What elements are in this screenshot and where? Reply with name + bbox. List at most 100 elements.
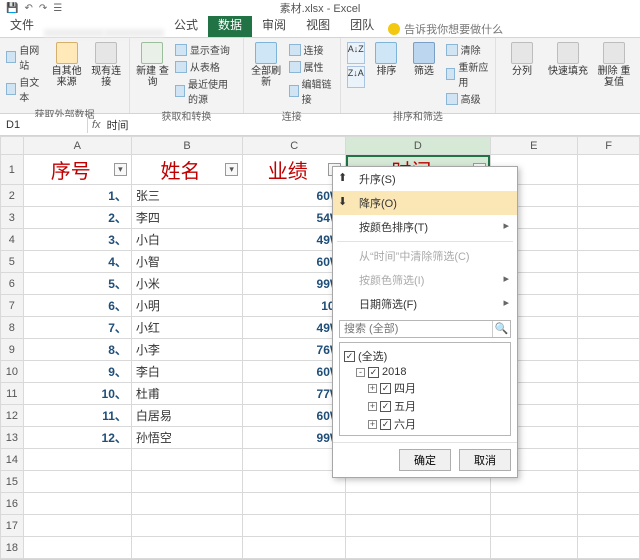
cell[interactable] — [578, 515, 640, 537]
cell[interactable] — [578, 493, 640, 515]
dd-cancel-button[interactable]: 取消 — [459, 449, 511, 471]
cell[interactable] — [346, 537, 490, 559]
col-header-b[interactable]: B — [131, 137, 242, 155]
cell[interactable]: 60W — [243, 405, 346, 427]
cell[interactable]: 49W — [243, 229, 346, 251]
cell[interactable] — [578, 229, 640, 251]
qat-undo-icon[interactable]: ↶ — [24, 3, 32, 14]
btn-existing-conn[interactable]: 现有连接 — [89, 42, 123, 104]
row-header[interactable]: 18 — [1, 537, 24, 559]
cell[interactable]: 3、 — [23, 229, 131, 251]
row-header[interactable]: 13 — [1, 427, 24, 449]
cell[interactable]: 77W — [243, 383, 346, 405]
tree-select-all[interactable]: ✓(全选) — [344, 347, 506, 365]
select-all-cell[interactable] — [1, 137, 24, 155]
btn-new-query[interactable]: 新建 查询 — [136, 42, 169, 106]
cell[interactable]: 54W — [243, 207, 346, 229]
cell[interactable] — [578, 251, 640, 273]
cell[interactable] — [131, 537, 242, 559]
row-header[interactable]: 17 — [1, 515, 24, 537]
cell[interactable] — [578, 427, 640, 449]
dd-search-box[interactable]: 🔍 — [339, 320, 511, 338]
filter-btn-b[interactable]: ▾ — [225, 163, 238, 176]
cell[interactable]: 100 — [243, 295, 346, 317]
row-header[interactable]: 12 — [1, 405, 24, 427]
cell[interactable]: 60W — [243, 185, 346, 207]
cell[interactable] — [490, 537, 578, 559]
cell-b1[interactable]: 姓名▾ — [131, 155, 242, 185]
col-header-d[interactable]: D — [346, 137, 490, 155]
cell[interactable] — [578, 449, 640, 471]
tree-2018[interactable]: -✓2018 — [344, 365, 506, 379]
cell[interactable]: 2、 — [23, 207, 131, 229]
dd-sort-asc[interactable]: ⬆升序(S) — [333, 167, 517, 191]
cell[interactable]: 白居易 — [131, 405, 242, 427]
btn-recent-sources[interactable]: 最近使用的源 — [175, 76, 237, 106]
cell[interactable]: 60W — [243, 361, 346, 383]
cell[interactable]: 49W — [243, 317, 346, 339]
cell[interactable]: 小明 — [131, 295, 242, 317]
cell[interactable] — [131, 515, 242, 537]
btn-sort-asc-icon[interactable]: A↓Z — [347, 42, 365, 64]
cell[interactable] — [23, 493, 131, 515]
cell[interactable] — [346, 493, 490, 515]
tab-hidden1[interactable] — [44, 29, 104, 37]
row-header[interactable]: 16 — [1, 493, 24, 515]
cell[interactable]: 李白 — [131, 361, 242, 383]
btn-text-to-columns[interactable]: 分列 — [502, 42, 542, 88]
cell[interactable] — [131, 471, 242, 493]
cell[interactable]: 7、 — [23, 317, 131, 339]
cell[interactable] — [490, 493, 578, 515]
col-header-a[interactable]: A — [23, 137, 131, 155]
cell[interactable]: 小红 — [131, 317, 242, 339]
name-box[interactable]: D1 — [0, 117, 88, 133]
cell[interactable] — [131, 449, 242, 471]
cell[interactable] — [578, 405, 640, 427]
cell[interactable] — [243, 515, 346, 537]
tree-apr[interactable]: +✓四月 — [344, 379, 506, 397]
btn-advanced[interactable]: 高级 — [446, 91, 489, 106]
cell[interactable] — [243, 537, 346, 559]
btn-sort-desc-icon[interactable]: Z↓A — [347, 66, 365, 88]
cell[interactable]: 孙悟空 — [131, 427, 242, 449]
tell-me-box[interactable]: 告诉我你想要做什么 — [388, 21, 503, 37]
cell[interactable] — [578, 273, 640, 295]
cell[interactable]: 杜甫 — [131, 383, 242, 405]
cell[interactable]: 1、 — [23, 185, 131, 207]
btn-from-web[interactable]: 自网站 — [6, 42, 44, 72]
cell[interactable]: 张三 — [131, 185, 242, 207]
cell[interactable]: 76W — [243, 339, 346, 361]
row-header[interactable]: 2 — [1, 185, 24, 207]
row-header[interactable]: 8 — [1, 317, 24, 339]
formula-value[interactable]: 时间 — [107, 117, 129, 133]
cell[interactable] — [243, 471, 346, 493]
tree-may[interactable]: +✓五月 — [344, 397, 506, 415]
cell[interactable]: 4、 — [23, 251, 131, 273]
row-header[interactable]: 5 — [1, 251, 24, 273]
cell[interactable]: 小白 — [131, 229, 242, 251]
cell[interactable] — [23, 515, 131, 537]
cell[interactable] — [578, 339, 640, 361]
col-header-c[interactable]: C — [243, 137, 346, 155]
cell[interactable] — [578, 537, 640, 559]
qat-customize-icon[interactable]: ☰ — [53, 3, 62, 14]
btn-from-table[interactable]: 从表格 — [175, 59, 237, 74]
cell[interactable]: 10、 — [23, 383, 131, 405]
btn-filter[interactable]: 筛选 — [408, 42, 439, 106]
btn-connections[interactable]: 连接 — [289, 42, 334, 57]
cell-c1[interactable]: 业绩▾ — [243, 155, 346, 185]
dd-value-tree[interactable]: ✓(全选) -✓2018 +✓四月 +✓五月 +✓六月 — [339, 342, 511, 436]
cell[interactable] — [578, 185, 640, 207]
tree-jun[interactable]: +✓六月 — [344, 415, 506, 433]
cell[interactable] — [243, 493, 346, 515]
cell[interactable]: 99W — [243, 427, 346, 449]
btn-other-sources[interactable]: 自其他来源 — [50, 42, 84, 104]
cell[interactable]: 12、 — [23, 427, 131, 449]
row-header[interactable]: 4 — [1, 229, 24, 251]
row-header[interactable]: 11 — [1, 383, 24, 405]
cell[interactable] — [490, 515, 578, 537]
row-header[interactable]: 10 — [1, 361, 24, 383]
cell[interactable] — [578, 361, 640, 383]
dd-sort-by-color[interactable]: 按颜色排序(T)▸ — [333, 215, 517, 239]
tab-hidden2[interactable] — [104, 29, 164, 37]
